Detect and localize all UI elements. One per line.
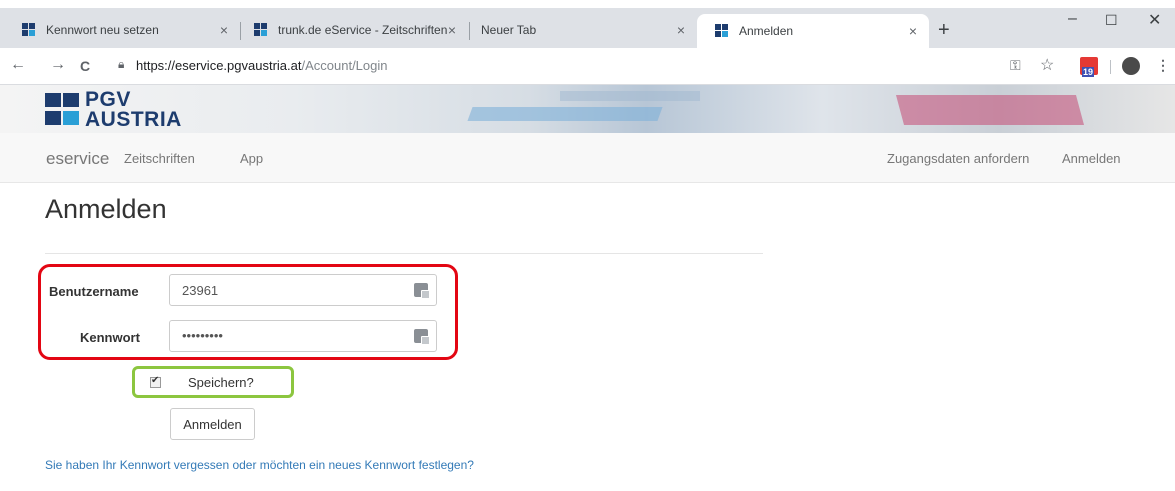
site-favicon-icon bbox=[254, 23, 268, 37]
new-tab-icon[interactable]: + bbox=[938, 20, 950, 40]
tab-kennwort-neu-setzen[interactable]: Kennwort neu setzen × bbox=[4, 12, 240, 48]
tab-close-icon[interactable]: × bbox=[448, 22, 456, 38]
banner-decoration bbox=[560, 91, 700, 101]
site-banner: PGV AUSTRIA bbox=[0, 85, 1175, 133]
calendar-badge: 19 bbox=[1082, 67, 1095, 77]
menu-icon[interactable]: ⋮ bbox=[1156, 57, 1170, 74]
logo-square bbox=[63, 93, 79, 107]
banner-decoration bbox=[467, 107, 663, 121]
navbar-brand[interactable]: eservice bbox=[46, 149, 109, 169]
profile-avatar[interactable] bbox=[1122, 57, 1140, 75]
nav-link-app[interactable]: App bbox=[240, 151, 263, 166]
logo-square bbox=[45, 93, 61, 107]
lock-icon: 🔒︎ bbox=[118, 57, 125, 71]
logo-text-austria: AUSTRIA bbox=[85, 108, 182, 131]
tab-neuer-tab[interactable]: Neuer Tab × bbox=[465, 12, 697, 48]
page-title: Anmelden bbox=[45, 194, 167, 224]
tab-title: trunk.de eService - Zeitschriften bbox=[278, 23, 448, 37]
address-bar[interactable]: 🔒︎ https://eservice.pgvaustria.at/Accoun… bbox=[110, 53, 1004, 79]
minimize-icon[interactable]: – bbox=[1068, 10, 1077, 28]
bookmark-star-icon[interactable]: ☆ bbox=[1040, 55, 1054, 75]
browser-toolbar: ← → C 🔒︎ https://eservice.pgvaustria.at/… bbox=[0, 48, 1175, 85]
site-navbar: eservice Zeitschriften App Zugangsdaten … bbox=[0, 133, 1175, 183]
key-icon[interactable]: ⚿ bbox=[1010, 57, 1021, 74]
nav-link-zeitschriften[interactable]: Zeitschriften bbox=[124, 151, 195, 166]
tab-trunk-eservice[interactable]: trunk.de eService - Zeitschriften × bbox=[236, 12, 468, 48]
tab-title: Kennwort neu setzen bbox=[46, 23, 159, 37]
site-favicon-icon bbox=[715, 24, 729, 38]
credentials-highlight bbox=[38, 264, 458, 360]
forgot-password-link[interactable]: Sie haben Ihr Kennwort vergessen oder mö… bbox=[45, 458, 474, 472]
logo-square bbox=[45, 111, 61, 125]
login-button[interactable]: Anmelden bbox=[170, 408, 255, 440]
url-text: https://eservice.pgvaustria.at/Account/L… bbox=[136, 58, 388, 73]
pgv-austria-logo[interactable]: PGV AUSTRIA bbox=[45, 87, 205, 131]
maximize-icon[interactable]: ☐ bbox=[1105, 12, 1118, 29]
nav-link-zugangsdaten-anfordern[interactable]: Zugangsdaten anfordern bbox=[887, 151, 1029, 166]
url-host: https://eservice.pgvaustria.at bbox=[136, 58, 302, 73]
remember-label[interactable]: Speichern? bbox=[188, 375, 254, 390]
nav-link-anmelden[interactable]: Anmelden bbox=[1062, 151, 1121, 166]
remember-checkbox[interactable] bbox=[150, 375, 161, 388]
toolbar-divider bbox=[1110, 60, 1111, 74]
url-path: /Account/Login bbox=[301, 58, 388, 73]
forward-icon[interactable]: → bbox=[50, 56, 66, 74]
window-close-icon[interactable]: ✕ bbox=[1148, 10, 1161, 30]
reload-icon[interactable]: C bbox=[80, 58, 90, 74]
logo-text-pgv: PGV bbox=[85, 88, 131, 111]
back-icon[interactable]: ← bbox=[10, 56, 26, 74]
divider bbox=[45, 253, 763, 254]
tab-title: Anmelden bbox=[739, 24, 794, 38]
banner-decoration bbox=[895, 95, 1085, 125]
site-favicon-icon bbox=[22, 23, 36, 37]
tab-anmelden[interactable]: Anmelden × bbox=[697, 14, 929, 48]
tab-close-icon[interactable]: × bbox=[909, 23, 917, 39]
calendar-extension-icon[interactable]: 19 bbox=[1080, 57, 1098, 77]
tab-close-icon[interactable]: × bbox=[677, 22, 685, 38]
tab-close-icon[interactable]: × bbox=[220, 22, 228, 38]
logo-square bbox=[63, 111, 79, 125]
tab-title: Neuer Tab bbox=[481, 23, 537, 37]
